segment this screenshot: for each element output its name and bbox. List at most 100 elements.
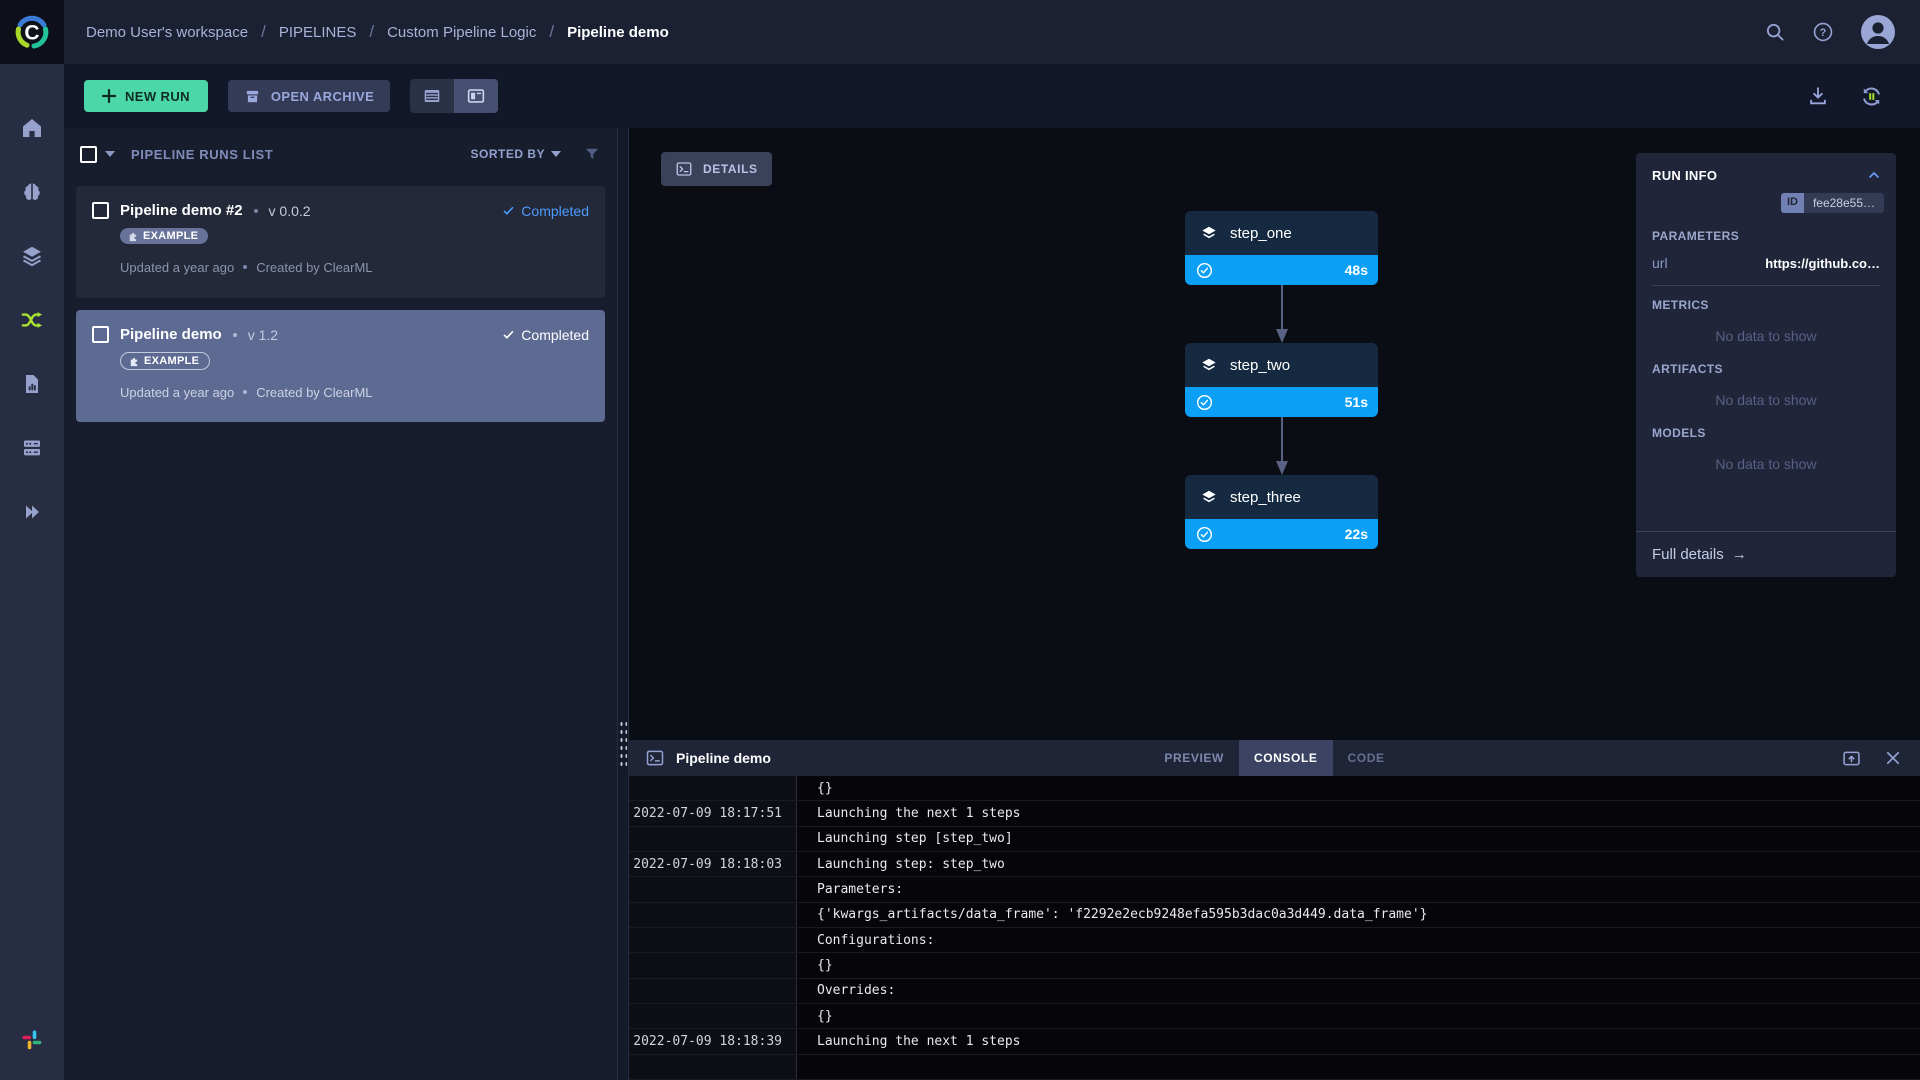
nav-applications[interactable] — [0, 480, 64, 544]
auto-refresh-button[interactable] — [1859, 84, 1884, 109]
report-icon — [26, 375, 38, 393]
plus-icon — [102, 89, 116, 103]
dag-edge-arrow — [1276, 285, 1288, 343]
sorted-by-label: SORTED BY — [470, 147, 545, 161]
nav-workers-queues[interactable] — [0, 416, 64, 480]
nav-pipelines[interactable] — [0, 288, 64, 352]
nav-projects[interactable] — [0, 160, 64, 224]
node-name: step_two — [1230, 356, 1291, 374]
nav-dashboard[interactable] — [0, 96, 64, 160]
clearml-app: C Demo User's workspace PIPELINES Custom… — [0, 0, 1920, 1080]
user-avatar[interactable] — [1860, 14, 1896, 50]
nav-slack[interactable] — [0, 1008, 64, 1072]
breadcrumb-pipelines[interactable]: PIPELINES — [248, 22, 357, 42]
run-created-by: Created by ClearML — [256, 384, 373, 400]
node-duration: 51s — [1344, 394, 1368, 410]
log-timestamp — [629, 927, 797, 953]
full-details-link[interactable]: Full details → — [1636, 531, 1896, 577]
log-message — [797, 1055, 817, 1079]
run-status-label: Completed — [521, 202, 589, 219]
run-updated: Updated a year ago — [120, 259, 235, 275]
log-message: Configurations: — [817, 932, 935, 948]
search-button[interactable] — [1764, 21, 1786, 43]
breadcrumb-workspace[interactable]: Demo User's workspace — [86, 24, 248, 41]
log-row: Overrides: — [629, 978, 1920, 1004]
dag-node-step-one[interactable]: step_one 48s — [1185, 211, 1378, 285]
download-button[interactable] — [1807, 85, 1829, 107]
breadcrumb-current: Pipeline demo — [536, 22, 669, 42]
slack-icon — [22, 1030, 42, 1050]
pipelines-icon — [21, 312, 43, 328]
console-title-label: Pipeline demo — [676, 750, 771, 766]
check-icon — [503, 206, 514, 215]
new-run-button[interactable]: NEW RUN — [84, 80, 208, 112]
details-button[interactable]: DETAILS — [661, 152, 772, 186]
close-button[interactable] — [1884, 749, 1902, 767]
run-info-panel: RUN INFO ID fee28e55… PARAMETERS url htt… — [1636, 153, 1896, 577]
terminal-icon — [646, 750, 664, 766]
nav-datasets[interactable] — [0, 224, 64, 288]
arrow-right-icon: → — [1731, 546, 1747, 563]
pipeline-runs-panel: PIPELINE RUNS LIST SORTED BY Pipeline de… — [64, 128, 617, 1080]
table-view-icon — [424, 90, 440, 102]
console-tabs: PREVIEW CONSOLE CODE — [1149, 740, 1399, 776]
log-timestamp — [629, 978, 797, 1003]
run-checkbox[interactable] — [92, 202, 109, 219]
example-tag[interactable]: EXAMPLE — [120, 352, 211, 370]
open-archive-button[interactable]: OPEN ARCHIVE — [227, 80, 391, 112]
toolbar-right-actions — [1807, 84, 1900, 109]
open-archive-label: OPEN ARCHIVE — [270, 88, 375, 104]
run-version: v 1.2 — [247, 326, 279, 343]
log-message: Overrides: — [817, 983, 896, 999]
check-circle-icon — [1196, 262, 1213, 278]
split-view-button[interactable] — [454, 79, 499, 113]
split-view-icon — [468, 89, 485, 103]
tab-code[interactable]: CODE — [1333, 740, 1400, 776]
id-label: ID — [1780, 193, 1804, 213]
metrics-empty-state: No data to show — [1715, 328, 1817, 344]
clearml-logo[interactable]: C — [0, 0, 64, 64]
console-log[interactable]: {} 2022-07-09 18:17:51 Launching the next… — [629, 776, 1920, 1080]
dot-separator — [243, 390, 248, 394]
sorted-by-control[interactable]: SORTED BY — [470, 147, 561, 161]
id-value: fee28e55… — [1803, 193, 1884, 213]
example-tag[interactable]: EXAMPLE — [120, 228, 209, 244]
artifacts-empty-state: No data to show — [1715, 392, 1817, 408]
filter-icon[interactable] — [583, 145, 601, 163]
close-icon — [1886, 751, 1900, 765]
run-card-pipeline-demo-2[interactable]: Pipeline demo #2 v 0.0.2 Completed EXAMP… — [76, 186, 605, 298]
run-checkbox[interactable] — [92, 326, 109, 343]
dag-node-step-two[interactable]: step_two 51s — [1185, 343, 1378, 417]
archive-icon — [246, 90, 259, 102]
run-meta: Updated a year ago Created by ClearML — [120, 385, 589, 400]
run-updated: Updated a year ago — [120, 384, 235, 400]
nav-reports[interactable] — [0, 352, 64, 416]
panel-resize-handle[interactable] — [617, 128, 629, 1080]
select-dropdown-caret-icon[interactable] — [105, 151, 115, 157]
select-all-checkbox[interactable] — [80, 145, 97, 163]
tab-console[interactable]: CONSOLE — [1238, 740, 1333, 776]
node-name: step_three — [1230, 488, 1301, 506]
popout-button[interactable] — [1841, 748, 1862, 769]
table-view-button[interactable] — [410, 79, 454, 113]
step-icon — [1202, 490, 1216, 503]
layers-icon — [23, 246, 41, 267]
console-actions — [1841, 740, 1902, 776]
metrics-section-title: METRICS — [1652, 298, 1709, 312]
run-created-by: Created by ClearML — [256, 259, 373, 275]
help-button[interactable]: ? — [1812, 21, 1834, 43]
tab-preview[interactable]: PREVIEW — [1149, 740, 1239, 776]
refresh-pause-icon — [1863, 87, 1880, 105]
double-chevron-icon — [26, 505, 39, 519]
breadcrumb-project[interactable]: Custom Pipeline Logic — [356, 22, 536, 42]
parameters-section-title: PARAMETERS — [1652, 229, 1740, 243]
run-version: v 0.0.2 — [268, 202, 311, 219]
check-icon — [503, 330, 514, 339]
log-message: Parameters: — [817, 881, 904, 897]
run-id-chip[interactable]: ID fee28e55… — [1780, 193, 1884, 213]
log-message: Launching the next 1 steps — [817, 1033, 1021, 1049]
dag-node-step-three[interactable]: step_three 22s — [1185, 475, 1378, 549]
collapse-chevron-up-icon[interactable] — [1866, 167, 1882, 183]
run-card-pipeline-demo[interactable]: Pipeline demo v 1.2 Completed EXAMPLE Up… — [76, 310, 605, 422]
log-row: 2022-07-09 18:17:51 Launching the next 1 … — [629, 801, 1920, 827]
